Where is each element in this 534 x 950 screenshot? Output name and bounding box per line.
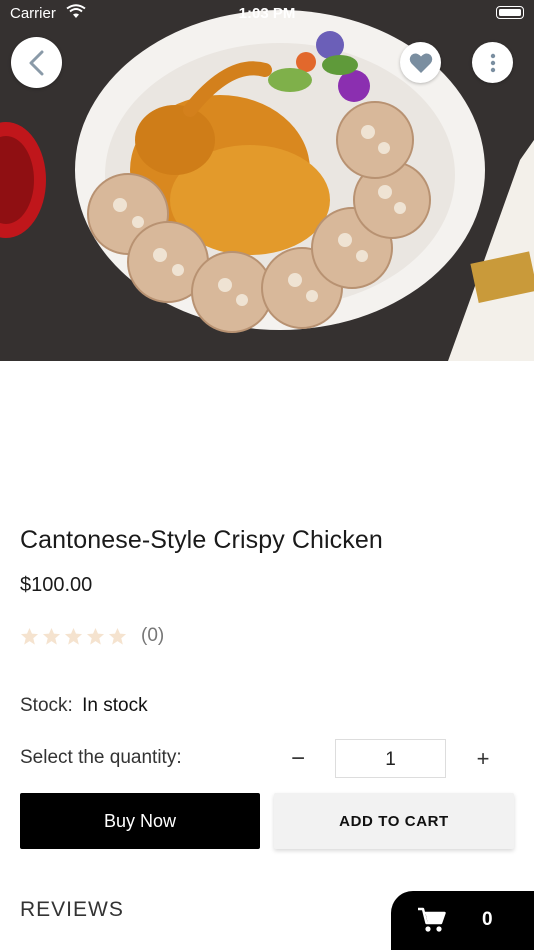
star-icon — [64, 627, 83, 645]
favorite-button[interactable] — [400, 42, 441, 83]
food-photo — [0, 0, 534, 361]
star-icon — [20, 627, 39, 645]
add-to-cart-button[interactable]: ADD TO CART — [274, 793, 514, 849]
cart-icon — [418, 907, 446, 932]
star-icon — [108, 627, 127, 645]
reviews-heading: REVIEWS — [20, 898, 124, 921]
rating-stars — [20, 627, 127, 646]
clock: 1:03 PM — [238, 5, 296, 22]
product-image: Carrier 1:03 PM — [0, 0, 534, 361]
more-vertical-icon — [490, 53, 495, 72]
quantity-decrease-button[interactable]: − — [286, 745, 310, 773]
rating-count: (0) — [141, 625, 165, 646]
status-bar: Carrier 1:03 PM — [0, 0, 534, 28]
chevron-left-icon — [29, 50, 43, 75]
product-title: Cantonese-Style Crispy Chicken — [20, 526, 383, 554]
battery-icon — [496, 6, 524, 19]
quantity-increase-button[interactable]: + — [471, 745, 495, 773]
floating-cart-button[interactable]: 0 — [391, 891, 534, 950]
star-icon — [86, 627, 105, 645]
product-price: $100.00 — [20, 574, 93, 596]
quantity-input[interactable]: 1 — [335, 739, 446, 778]
rating: (0) — [20, 625, 164, 647]
back-button[interactable] — [11, 37, 62, 88]
buy-now-button[interactable]: Buy Now — [20, 793, 260, 849]
quantity-label: Select the quantity: — [20, 747, 182, 768]
stock-label: Stock: — [20, 695, 73, 716]
stock-status: Stock: In stock — [20, 695, 148, 717]
heart-icon — [409, 53, 432, 73]
stock-value: In stock — [82, 695, 148, 716]
more-options-button[interactable] — [472, 42, 513, 83]
cart-count: 0 — [482, 909, 493, 930]
star-icon — [42, 627, 61, 645]
